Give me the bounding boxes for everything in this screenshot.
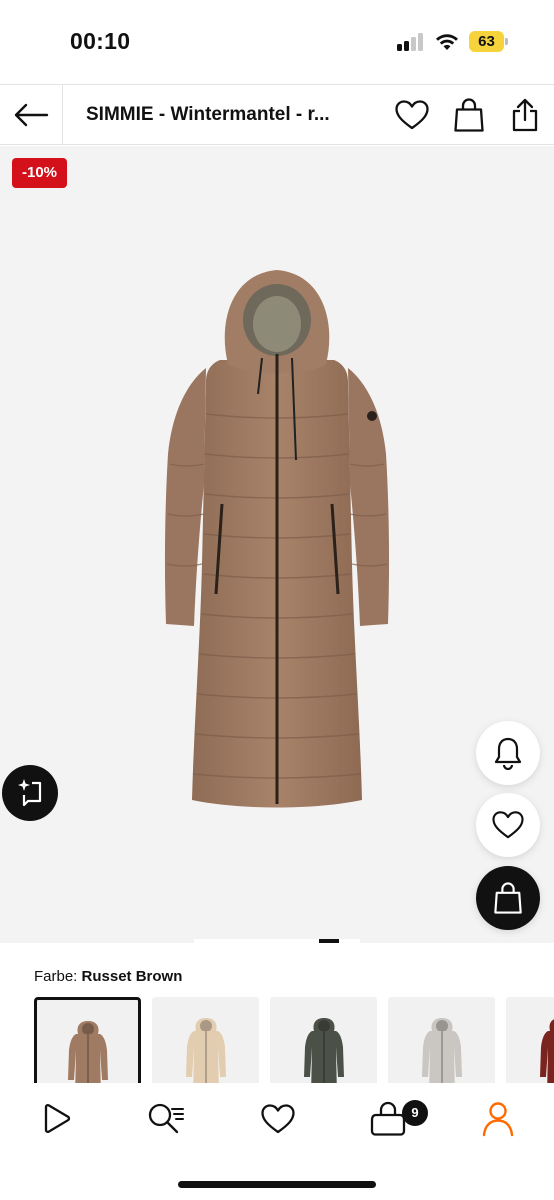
wishlist-fab[interactable]	[476, 793, 540, 857]
color-label-prefix: Farbe:	[34, 968, 78, 985]
page-title: SIMMIE - Wintermantel - r...	[86, 104, 330, 125]
image-pager-active	[318, 939, 340, 943]
add-to-bag-button[interactable]	[476, 866, 540, 930]
color-swatch[interactable]	[152, 997, 259, 1083]
color-label: Farbe: Russet Brown	[34, 968, 182, 985]
color-swatch[interactable]	[270, 997, 377, 1083]
nav-discover[interactable]	[34, 1099, 78, 1139]
bottom-navigation: 9	[0, 1083, 554, 1200]
heart-icon	[395, 100, 429, 130]
ai-styling-button[interactable]	[2, 765, 58, 821]
swatch-coat-image	[303, 1018, 344, 1083]
color-swatches	[34, 997, 554, 1083]
bag-icon	[454, 98, 484, 132]
wifi-icon	[434, 30, 460, 52]
selected-color-name: Russet Brown	[81, 968, 183, 985]
bag-button[interactable]	[449, 95, 489, 135]
nav-profile[interactable]	[476, 1099, 520, 1139]
battery-level: 63	[469, 31, 504, 52]
nav-wishlist[interactable]	[256, 1099, 300, 1139]
battery-icon: 63	[469, 31, 509, 52]
color-swatch[interactable]	[388, 997, 495, 1083]
cellular-signal-icon	[397, 33, 425, 51]
color-swatch[interactable]	[506, 997, 554, 1083]
heart-icon	[492, 811, 524, 839]
swatch-coat-image	[67, 1021, 108, 1083]
home-indicator	[178, 1181, 376, 1188]
cart-icon	[370, 1101, 406, 1136]
share-icon	[512, 98, 538, 132]
status-bar: 00:10 63	[0, 0, 554, 84]
notify-button[interactable]	[476, 721, 540, 785]
product-image-gallery[interactable]: -10%	[0, 146, 554, 943]
swatch-coat-image	[421, 1018, 462, 1083]
search-icon	[148, 1103, 184, 1134]
status-time: 00:10	[70, 28, 131, 54]
swatch-coat-image	[539, 1019, 554, 1083]
bell-icon	[494, 737, 522, 770]
profile-icon	[482, 1102, 514, 1137]
cart-count-badge: 9	[402, 1100, 428, 1126]
product-header: SIMMIE - Wintermantel - r...	[0, 84, 554, 145]
back-arrow-icon	[14, 103, 49, 127]
sparkle-crop-icon	[18, 779, 42, 807]
wishlist-icon	[261, 1104, 295, 1134]
swatch-coat-image	[185, 1018, 226, 1083]
back-button[interactable]	[0, 85, 63, 145]
discount-badge: -10%	[12, 158, 68, 188]
share-button[interactable]	[505, 95, 545, 135]
add-to-bag-icon	[494, 882, 522, 914]
product-image	[164, 270, 390, 808]
nav-search[interactable]	[144, 1099, 188, 1139]
color-swatch[interactable]	[34, 997, 141, 1083]
wishlist-button[interactable]	[392, 95, 432, 135]
discover-icon	[44, 1104, 71, 1133]
